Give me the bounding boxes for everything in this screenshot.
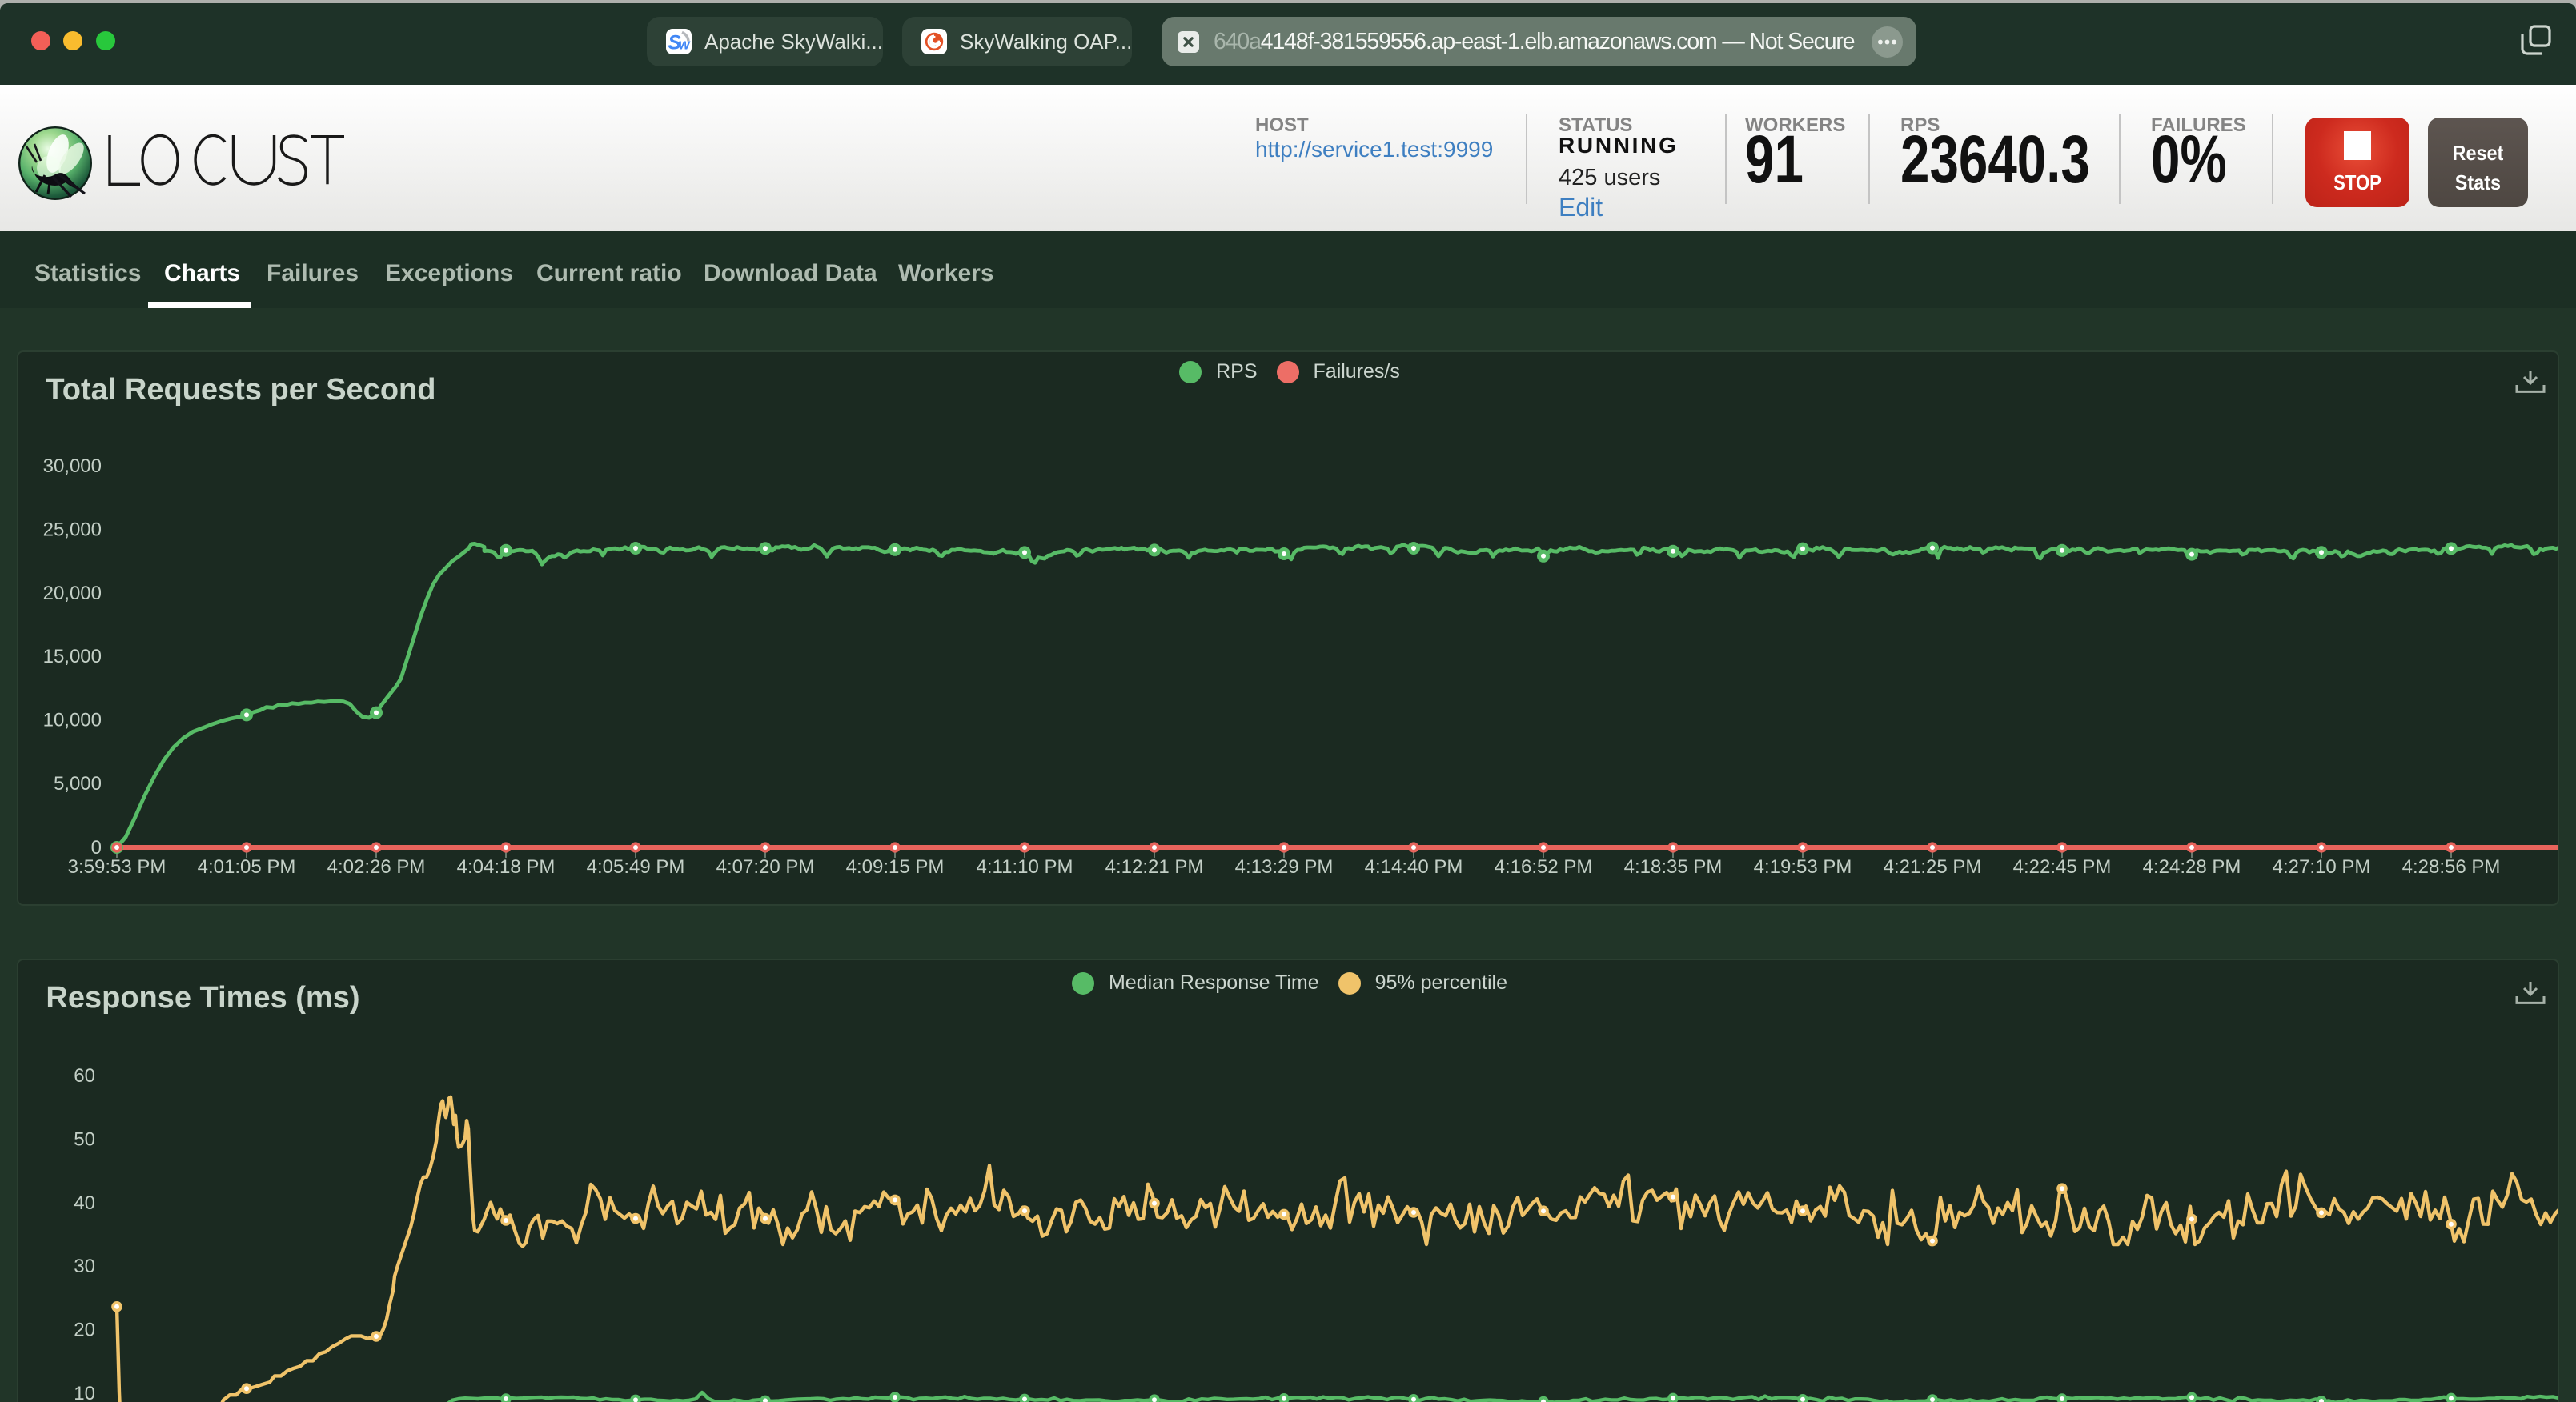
svg-text:60: 60 — [74, 1065, 95, 1087]
svg-text:20,000: 20,000 — [43, 583, 102, 604]
svg-text:w: w — [679, 37, 691, 53]
svg-text:4:21:25 PM: 4:21:25 PM — [1884, 856, 1982, 878]
svg-text:40: 40 — [74, 1192, 95, 1214]
svg-text:4:22:45 PM: 4:22:45 PM — [2013, 856, 2112, 878]
svg-text:30,000: 30,000 — [43, 455, 102, 477]
svg-text:20: 20 — [74, 1320, 95, 1341]
svg-text:4:01:05 PM: 4:01:05 PM — [198, 856, 296, 878]
svg-text:25,000: 25,000 — [43, 519, 102, 540]
svg-text:5,000: 5,000 — [54, 773, 102, 795]
svg-text:3:59:53 PM: 3:59:53 PM — [68, 856, 167, 878]
svg-text:0: 0 — [91, 837, 102, 859]
svg-text:4:05:49 PM: 4:05:49 PM — [587, 856, 685, 878]
svg-text:4:07:20 PM: 4:07:20 PM — [716, 856, 815, 878]
svg-text:30: 30 — [74, 1256, 95, 1277]
svg-text:4:09:15 PM: 4:09:15 PM — [846, 856, 945, 878]
svg-text:4:27:10 PM: 4:27:10 PM — [2273, 856, 2371, 878]
svg-text:4:28:56 PM: 4:28:56 PM — [2402, 856, 2501, 878]
svg-text:4:04:18 PM: 4:04:18 PM — [457, 856, 556, 878]
svg-text:4:24:28 PM: 4:24:28 PM — [2143, 856, 2241, 878]
svg-text:10: 10 — [74, 1383, 95, 1402]
svg-text:4:19:53 PM: 4:19:53 PM — [1754, 856, 1852, 878]
svg-text:4:12:21 PM: 4:12:21 PM — [1105, 856, 1204, 878]
svg-text:4:16:52 PM: 4:16:52 PM — [1495, 856, 1593, 878]
svg-text:50: 50 — [74, 1128, 95, 1150]
svg-text:4:13:29 PM: 4:13:29 PM — [1235, 856, 1334, 878]
svg-text:4:14:40 PM: 4:14:40 PM — [1365, 856, 1463, 878]
svg-text:10,000: 10,000 — [43, 710, 102, 731]
svg-text:4:11:10 PM: 4:11:10 PM — [977, 856, 1073, 878]
svg-text:4:02:26 PM: 4:02:26 PM — [327, 856, 426, 878]
svg-text:4:18:35 PM: 4:18:35 PM — [1624, 856, 1723, 878]
svg-text:15,000: 15,000 — [43, 646, 102, 667]
